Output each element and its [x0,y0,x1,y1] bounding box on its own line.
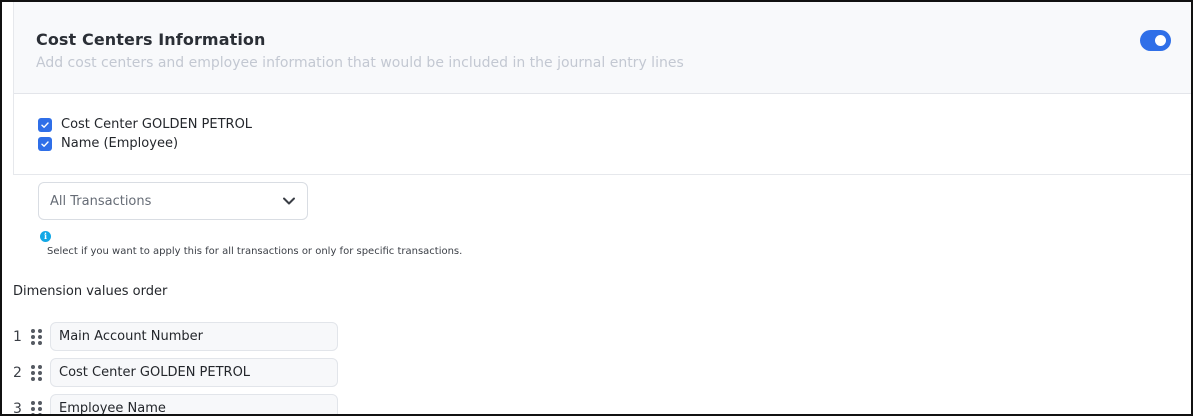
checkbox-employee[interactable] [38,136,52,151]
checkbox-label-employee: Name (Employee) [61,136,179,151]
dimension-index: 3 [13,400,22,416]
transactions-select-value: All Transactions [50,194,152,209]
checkbox-cost-center[interactable] [38,117,52,132]
drag-handle-icon[interactable] [31,328,43,345]
section-subtitle: Add cost centers and employee informatio… [36,55,684,71]
check-icon [41,121,49,128]
checkbox-row-employee[interactable]: Name (Employee) [38,136,178,151]
chevron-down-icon [283,197,295,205]
dimension-field[interactable]: Employee Name [50,394,338,414]
dimension-row-1: 1 Main Account Number [13,322,338,351]
section-title: Cost Centers Information [36,30,266,49]
screen-frame: Cost Centers Information Add cost center… [0,0,1193,416]
dimension-order-label: Dimension values order [13,284,168,299]
toggle-knob [1155,35,1166,46]
drag-handle-icon[interactable] [31,364,43,381]
dimension-field[interactable]: Cost Center GOLDEN PETROL [50,358,338,387]
dimension-row-3: 3 Employee Name [13,394,338,416]
cost-centers-card: Cost Centers Information Add cost center… [13,2,1191,175]
card-header: Cost Centers Information Add cost center… [14,2,1191,94]
cost-centers-toggle[interactable] [1140,30,1171,51]
dimension-index: 1 [13,328,22,345]
transactions-select[interactable]: All Transactions [38,182,308,220]
transactions-hint: Select if you want to apply this for all… [47,246,463,257]
dimension-row-2: 2 Cost Center GOLDEN PETROL [13,358,338,387]
checkbox-label-cost-center: Cost Center GOLDEN PETROL [61,117,253,132]
dimension-field[interactable]: Main Account Number [50,322,338,351]
checkbox-row-cost-center[interactable]: Cost Center GOLDEN PETROL [38,117,252,132]
drag-handle-icon[interactable] [31,400,43,414]
dimension-index: 2 [13,364,22,381]
info-icon: i [40,231,51,242]
check-icon [41,140,49,147]
